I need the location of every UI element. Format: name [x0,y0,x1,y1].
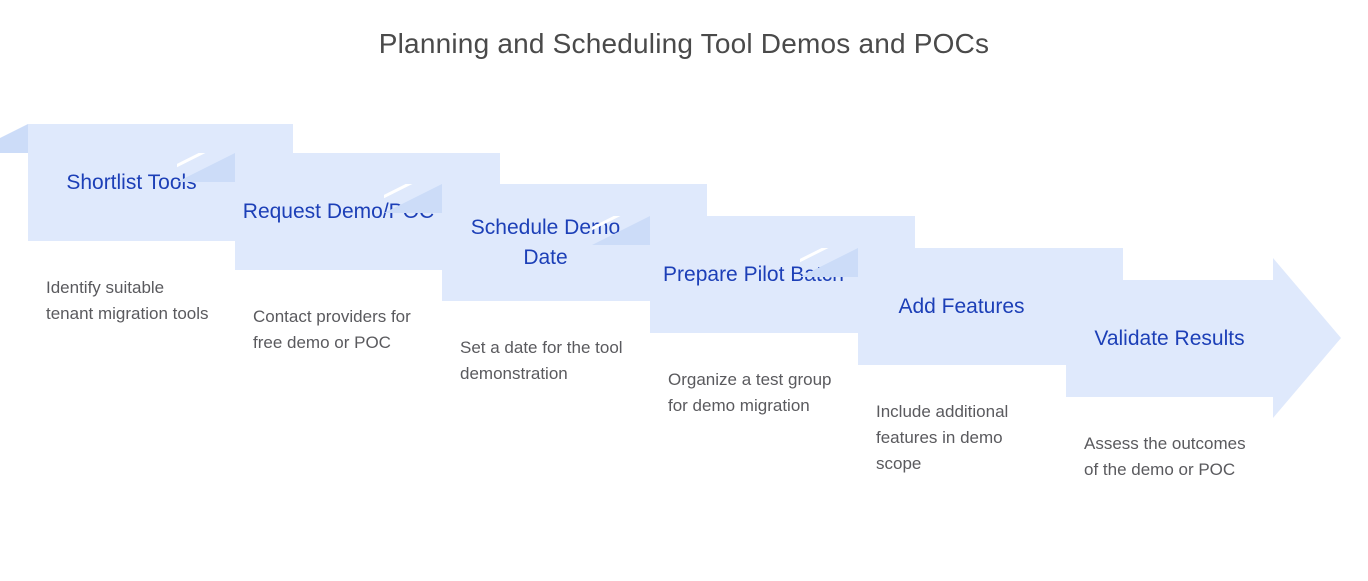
step-label: Shortlist Tools [66,170,197,194]
folded-corner-icon [0,124,28,153]
folded-corner-icon [592,216,650,245]
step-caption: Include additional features in demo scop… [876,402,1009,473]
step-label: Validate Results [1094,326,1245,350]
step-label: Add Features [898,294,1025,318]
step-caption: Set a date for the tool demonstration [460,338,623,383]
folded-corner-icon [800,248,858,277]
step-caption: Organize a test group for demo migration [668,370,832,415]
folded-corner-icon [177,153,235,182]
flow-arrowhead-icon [1273,258,1341,418]
step-caption: Contact providers for free demo or POC [253,307,411,352]
step-caption: Assess the outcomes of the demo or POC [1084,434,1246,479]
folded-corner-icon [384,184,442,213]
step-caption: Identify suitable tenant migration tools [46,278,209,323]
process-flow-diagram: Shortlist Tools Identify suitable tenant … [0,0,1368,581]
